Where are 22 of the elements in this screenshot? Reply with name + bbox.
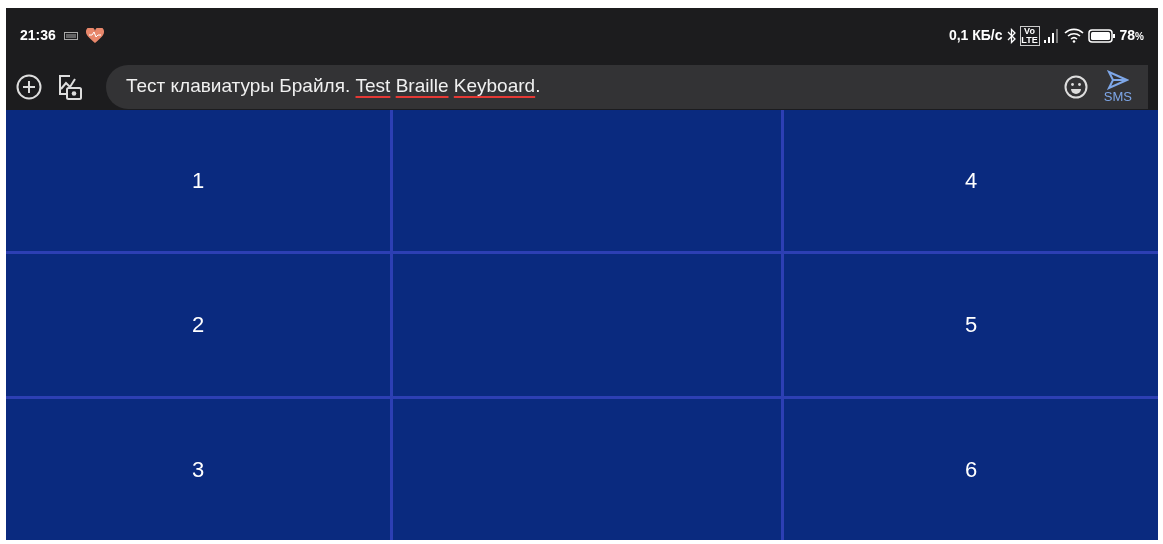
braille-key[interactable]: 5 bbox=[784, 254, 1158, 396]
add-button[interactable] bbox=[16, 73, 42, 100]
braille-key[interactable]: 3 bbox=[6, 398, 390, 540]
bluetooth-icon bbox=[1006, 27, 1016, 44]
clock-time: 21:36 bbox=[20, 26, 56, 45]
send-sms-button[interactable]: SMS bbox=[1103, 70, 1132, 103]
battery-percent: 78% bbox=[1119, 26, 1144, 45]
wifi-icon bbox=[1063, 28, 1084, 43]
signal-icon bbox=[1043, 28, 1060, 43]
braille-key[interactable]: 4 bbox=[784, 110, 1158, 252]
keyboard-icon bbox=[63, 31, 78, 40]
message-text: Тест клавиатуры Брайля. Test Braille Keyboard. bbox=[126, 74, 542, 99]
braille-key[interactable]: 2 bbox=[6, 254, 390, 396]
heart-icon bbox=[85, 27, 104, 44]
emoji-button[interactable] bbox=[1063, 74, 1088, 99]
braille-key[interactable]: 6 bbox=[784, 398, 1158, 540]
volte-indicator: Vo LTE bbox=[1019, 25, 1040, 46]
gallery-camera-button[interactable] bbox=[58, 73, 82, 100]
message-field[interactable]: Тест клавиатуры Брайля. Test Braille Keyboard. SMS bbox=[106, 64, 1148, 109]
braille-key[interactable]: 1 bbox=[6, 110, 390, 252]
battery-icon bbox=[1087, 28, 1116, 43]
network-speed: 0,1 КБ/с bbox=[948, 26, 1003, 45]
